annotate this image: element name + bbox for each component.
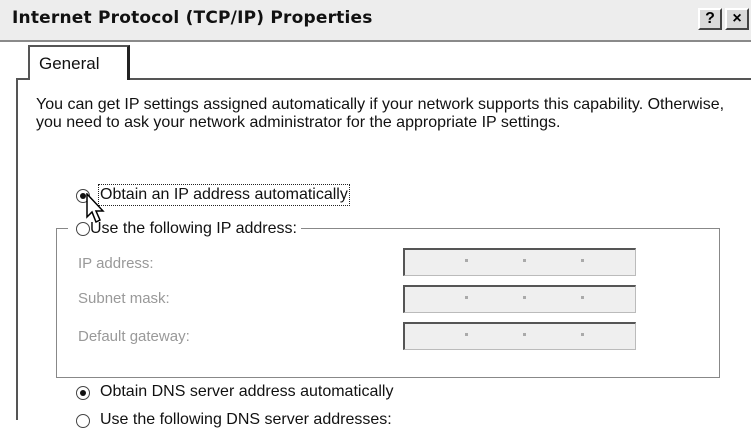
help-button[interactable]: ? — [698, 8, 722, 30]
obtain-ip-auto-label[interactable]: Obtain an IP address automatically — [98, 184, 350, 206]
subnet-mask-label: Subnet mask: — [78, 290, 170, 307]
tab-general-label: General — [39, 54, 100, 73]
title-bar[interactable]: Internet Protocol (TCP/IP) Properties ? … — [0, 0, 751, 42]
default-gateway-field[interactable] — [403, 322, 636, 350]
mouse-pointer-icon — [86, 193, 105, 224]
obtain-dns-auto-radio[interactable] — [76, 386, 90, 400]
tab-general[interactable]: General — [28, 45, 130, 80]
ip-address-field[interactable] — [403, 248, 636, 276]
ip-address-label: IP address: — [78, 255, 154, 272]
window-title: Internet Protocol (TCP/IP) Properties — [12, 8, 373, 28]
tcpip-properties-dialog: Internet Protocol (TCP/IP) Properties ? … — [0, 0, 751, 428]
use-following-dns-radio[interactable] — [76, 414, 90, 428]
description-text: You can get IP settings assigned automat… — [36, 96, 725, 131]
close-button[interactable]: × — [725, 8, 749, 30]
obtain-dns-auto-label[interactable]: Obtain DNS server address automatically — [100, 383, 393, 401]
use-following-ip-label[interactable]: Use the following IP address: — [90, 220, 297, 237]
subnet-mask-field[interactable] — [403, 285, 636, 313]
use-following-dns-label[interactable]: Use the following DNS server addresses: — [100, 411, 392, 429]
default-gateway-label: Default gateway: — [78, 328, 190, 345]
